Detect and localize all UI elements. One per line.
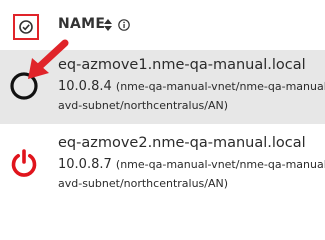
- ip-address: 10.0.8.7: [58, 157, 112, 172]
- circle-icon[interactable]: [8, 70, 40, 102]
- column-header-name[interactable]: NAME: [58, 16, 105, 32]
- network-path-continued: avd-subnet/northcentralus/AN): [58, 99, 229, 112]
- network-path-continued: avd-subnet/northcentralus/AN): [58, 177, 229, 190]
- table-row[interactable]: eq-azmove1.nme-qa-manual.local 10.0.8.4 …: [0, 50, 325, 124]
- power-icon[interactable]: [8, 147, 40, 179]
- vm-name[interactable]: eq-azmove2.nme-qa-manual.local: [58, 135, 306, 151]
- ip-address: 10.0.8.4: [58, 79, 112, 94]
- select-all-checkbox[interactable]: [13, 14, 39, 40]
- info-icon[interactable]: [118, 19, 130, 31]
- network-path: (nme-qa-manual-vnet/nme-qa-manual-: [115, 80, 325, 93]
- network-path: (nme-qa-manual-vnet/nme-qa-manual-: [115, 158, 325, 171]
- vm-name[interactable]: eq-azmove1.nme-qa-manual.local: [58, 57, 306, 73]
- table-row[interactable]: eq-azmove2.nme-qa-manual.local 10.0.8.7 …: [0, 124, 325, 201]
- sort-icon[interactable]: [103, 18, 113, 32]
- vm-ip: 10.0.8.4 (nme-qa-manual-vnet/nme-qa-manu…: [58, 79, 325, 94]
- table-header: NAME: [0, 0, 325, 50]
- check-circle-icon: [19, 20, 33, 34]
- vm-ip: 10.0.8.7 (nme-qa-manual-vnet/nme-qa-manu…: [58, 157, 325, 172]
